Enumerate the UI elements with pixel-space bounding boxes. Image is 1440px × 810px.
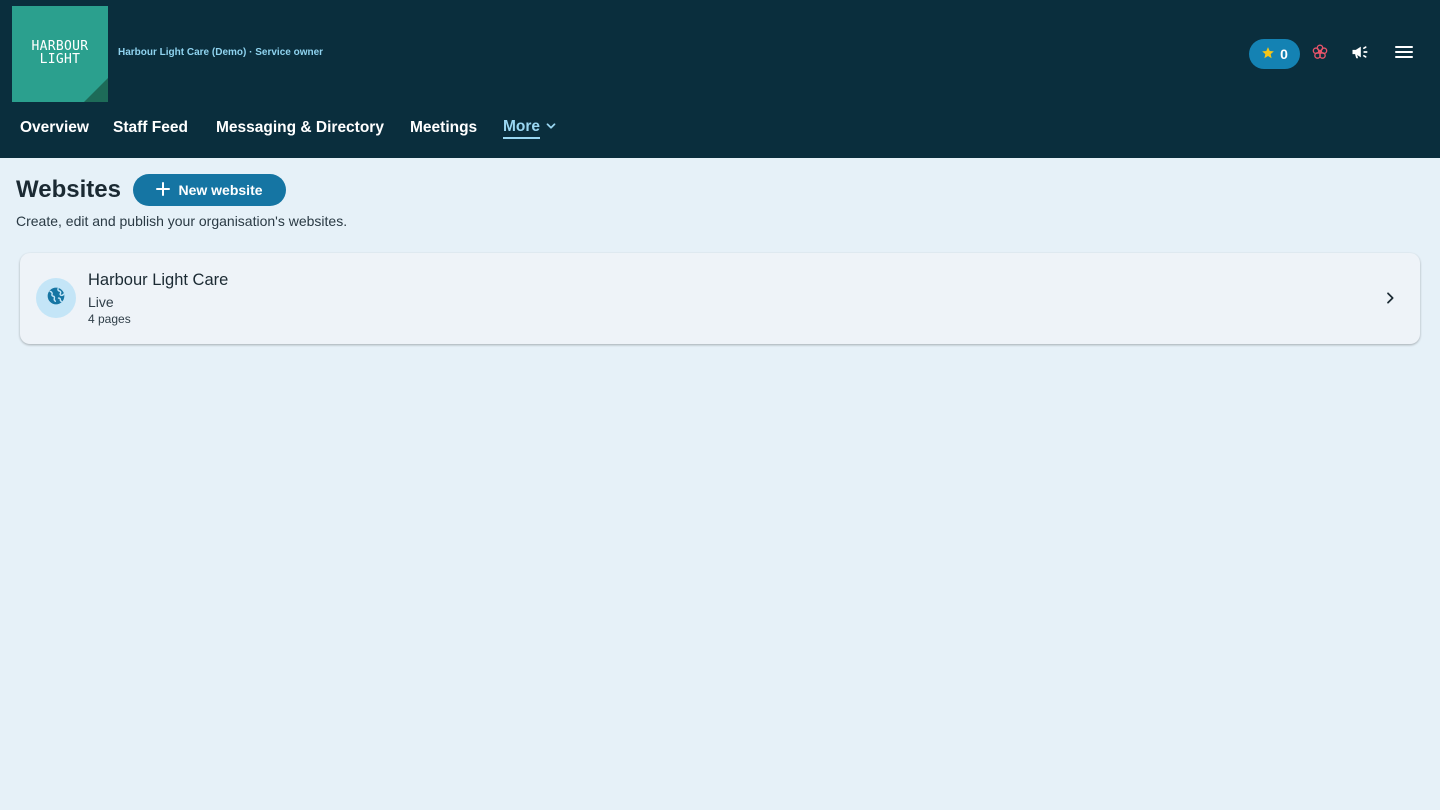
star-icon [1261, 46, 1275, 63]
page-subtitle: Create, edit and publish your organisati… [16, 213, 348, 229]
points-button[interactable]: 0 [1249, 39, 1300, 69]
plus-icon [156, 181, 171, 199]
chevron-down-icon [544, 119, 558, 138]
new-website-label: New website [178, 182, 263, 198]
nav-item-more[interactable]: More [503, 110, 558, 146]
org-logo[interactable]: HARBOUR LIGHT [12, 6, 108, 102]
nav-item-meetings[interactable]: Meetings [410, 110, 477, 146]
points-count: 0 [1280, 46, 1288, 62]
nav-item-messaging-directory[interactable]: Messaging & Directory [216, 110, 384, 146]
new-website-button[interactable]: New website [133, 174, 286, 206]
megaphone-icon [1350, 42, 1370, 67]
top-bar: HARBOUR LIGHT Harbour Light Care (Demo) … [0, 0, 1440, 158]
nav-item-overview[interactable]: Overview [20, 110, 89, 146]
nav-more-label: More [503, 118, 541, 139]
website-status: Live [88, 294, 114, 310]
globe-icon [46, 286, 66, 311]
page-title: Websites [16, 176, 121, 203]
care-button[interactable] [1304, 39, 1336, 69]
logo-corner [84, 78, 108, 102]
website-avatar [36, 278, 76, 318]
logo-text: HARBOUR LIGHT [31, 39, 89, 67]
chevron-right-icon [1380, 288, 1400, 308]
primary-nav: Overview Staff Feed Messaging & Director… [0, 110, 1440, 146]
org-role-line: Harbour Light Care (Demo) · Service owne… [118, 47, 324, 58]
announcements-button[interactable] [1344, 39, 1376, 69]
website-name: Harbour Light Care [88, 271, 229, 289]
website-card[interactable]: Harbour Light Care Live 4 pages [20, 253, 1420, 344]
main-menu-button[interactable] [1388, 39, 1420, 69]
website-page-count: 4 pages [88, 312, 131, 326]
nav-item-staff-feed[interactable]: Staff Feed [113, 110, 188, 146]
hamburger-menu-icon [1395, 45, 1413, 64]
flower-icon [1311, 43, 1329, 66]
